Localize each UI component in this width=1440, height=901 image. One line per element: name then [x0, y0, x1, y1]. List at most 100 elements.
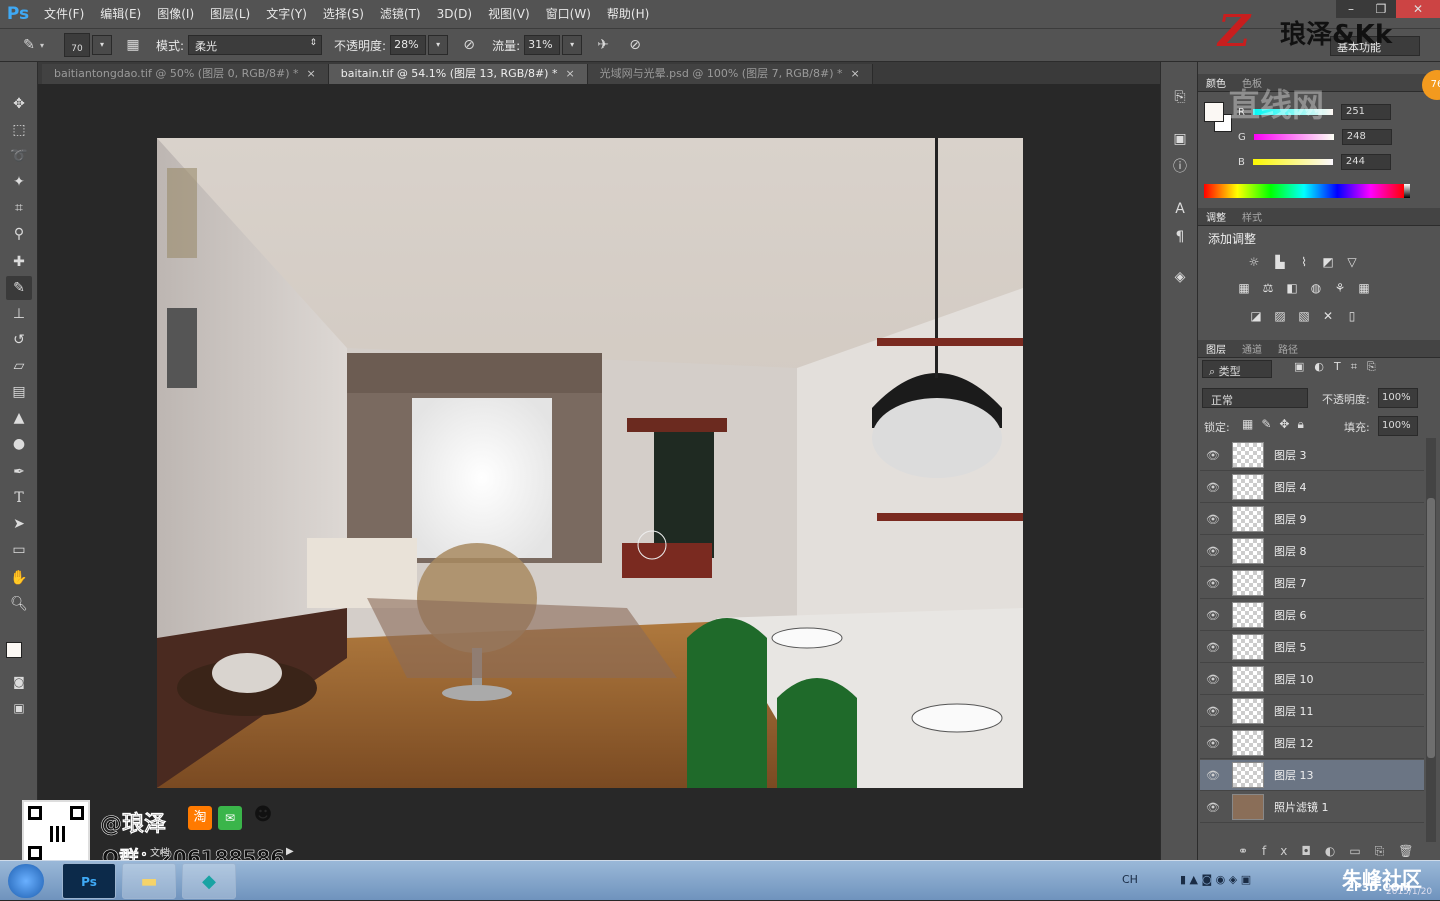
hue-saturation-icon[interactable]: ▦	[1236, 280, 1252, 296]
3d-panel-icon[interactable]: ◈	[1169, 266, 1191, 288]
layer-row[interactable]: 👁︎ 图层 5	[1200, 632, 1424, 663]
layer-row[interactable]: 👁︎ 图层 4	[1200, 472, 1424, 503]
layer-row[interactable]: 👁︎ 图层 13	[1200, 760, 1424, 791]
tab-channels[interactable]: 通道	[1234, 341, 1270, 356]
menu-file[interactable]: 文件(F)	[36, 0, 92, 28]
black-white-icon[interactable]: ◧	[1284, 280, 1300, 296]
layer-row[interactable]: 👁︎ 图层 8	[1200, 536, 1424, 567]
tab-baitain[interactable]: baitain.tif @ 54.1% (图层 13, RGB/8#) * ×	[328, 64, 588, 84]
opacity-input[interactable]: 28%	[390, 35, 427, 55]
menu-edit[interactable]: 编辑(E)	[92, 0, 149, 28]
posterize-icon[interactable]: ▨	[1272, 308, 1288, 324]
blue-slider[interactable]	[1252, 159, 1333, 165]
layer-opacity-input[interactable]: 100%	[1378, 388, 1418, 408]
layer-row[interactable]: 👁︎ 图层 11	[1200, 696, 1424, 727]
tab-close-icon[interactable]: ×	[307, 67, 316, 80]
mode-select[interactable]: 柔光 ⇕	[188, 35, 323, 55]
layer-row[interactable]: 👁︎ 图层 6	[1200, 600, 1424, 631]
brush-size-preview[interactable]: 70	[64, 33, 90, 57]
brush-size-dropdown[interactable]: ▾	[92, 35, 112, 55]
opacity-dropdown[interactable]: ▾	[428, 35, 449, 55]
selective-color-icon[interactable]: ✕	[1320, 308, 1336, 324]
screen-mode-icon[interactable]: ▣	[6, 696, 32, 720]
clone-stamp-tool-icon[interactable]: ⊥	[6, 302, 32, 326]
layer-row[interactable]: 👁︎ 图层 3	[1200, 440, 1424, 471]
marquee-tool-icon[interactable]: ⬚	[6, 118, 32, 142]
pressure-opacity-icon[interactable]: ⊘	[458, 34, 480, 56]
brush-tool-icon[interactable]: ✎	[6, 276, 32, 300]
visibility-eye-icon[interactable]: 👁︎	[1200, 449, 1226, 462]
visibility-eye-icon[interactable]: 👁︎	[1200, 737, 1226, 750]
exposure-icon[interactable]: ◩	[1320, 254, 1336, 270]
layer-row[interactable]: 👁︎ 图层 7	[1200, 568, 1424, 599]
menu-filter[interactable]: 滤镜(T)	[372, 0, 429, 28]
layer-row[interactable]: 👁︎ 图层 12	[1200, 728, 1424, 759]
tab-layers[interactable]: 图层	[1198, 341, 1234, 356]
curves-icon[interactable]: ⌇	[1296, 254, 1312, 270]
tab-adjustments[interactable]: 调整	[1198, 209, 1234, 224]
path-selection-tool-icon[interactable]: ➤	[6, 512, 32, 536]
flow-input[interactable]: 31%	[524, 35, 561, 55]
menu-view[interactable]: 视图(V)	[480, 0, 538, 28]
visibility-eye-icon[interactable]: 👁︎	[1200, 673, 1226, 686]
info-panel-icon[interactable]: ⓘ	[1169, 156, 1191, 178]
taskbar-photoshop[interactable]: Ps	[62, 863, 116, 899]
bw-ramp[interactable]	[1404, 184, 1410, 198]
color-balance-icon[interactable]: ⚖	[1260, 280, 1276, 296]
dodge-tool-icon[interactable]: ●	[6, 432, 32, 456]
chevron-down-icon[interactable]: ▾	[40, 41, 50, 50]
layer-row[interactable]: 👁︎ 照片滤镜 1	[1200, 792, 1424, 823]
blur-tool-icon[interactable]: ▲	[6, 406, 32, 430]
lasso-tool-icon[interactable]: ➰	[6, 144, 32, 168]
invert-icon[interactable]: ◪	[1248, 308, 1264, 324]
foreground-color-swatch[interactable]	[6, 642, 22, 658]
red-value-input[interactable]: 251	[1340, 104, 1391, 120]
document-canvas[interactable]	[157, 138, 1023, 788]
history-panel-icon[interactable]: ⎘	[1169, 86, 1191, 108]
threshold-icon[interactable]: ▧	[1296, 308, 1312, 324]
brightness-icon[interactable]: ☼	[1246, 254, 1262, 270]
color-spectrum-ramp[interactable]	[1204, 184, 1404, 198]
visibility-eye-icon[interactable]: 👁︎	[1200, 513, 1226, 526]
menu-3d[interactable]: 3D(D)	[429, 0, 480, 28]
zoom-tool-icon[interactable]: 🔍︎	[6, 592, 32, 616]
menu-image[interactable]: 图像(I)	[149, 0, 202, 28]
tab-styles[interactable]: 样式	[1234, 209, 1270, 224]
menu-select[interactable]: 选择(S)	[315, 0, 372, 28]
pen-tool-icon[interactable]: ✒	[6, 460, 32, 484]
visibility-eye-icon[interactable]: 👁︎	[1200, 577, 1226, 590]
tab-close-icon[interactable]: ×	[851, 67, 860, 80]
layer-row[interactable]: 👁︎ 图层 9	[1200, 504, 1424, 535]
gradient-tool-icon[interactable]: ▤	[6, 380, 32, 404]
history-brush-tool-icon[interactable]: ↺	[6, 328, 32, 352]
green-slider[interactable]	[1253, 134, 1334, 140]
quick-mask-icon[interactable]: ◙	[6, 670, 32, 694]
visibility-eye-icon[interactable]: 👁︎	[1200, 769, 1226, 782]
gradient-map-icon[interactable]: ▯	[1344, 308, 1360, 324]
eyedropper-tool-icon[interactable]: ⚲	[6, 222, 32, 246]
vibrance-icon[interactable]: ▽	[1344, 254, 1360, 270]
paragraph-panel-icon[interactable]: ¶	[1169, 226, 1191, 248]
brush-tool-preset-icon[interactable]: ✎	[18, 34, 40, 56]
fill-input[interactable]: 100%	[1378, 416, 1418, 436]
green-value-input[interactable]: 248	[1341, 129, 1392, 145]
hand-tool-icon[interactable]: ✋	[6, 566, 32, 590]
rectangle-tool-icon[interactable]: ▭	[6, 538, 32, 562]
healing-brush-tool-icon[interactable]: ✚	[6, 250, 32, 274]
close-button[interactable]: ✕	[1396, 0, 1440, 18]
foreground-color-swatch[interactable]	[1204, 102, 1224, 122]
menu-type[interactable]: 文字(Y)	[258, 0, 315, 28]
brush-panel-icon[interactable]: ▦	[122, 34, 144, 56]
scrollbar-thumb[interactable]	[1427, 498, 1435, 758]
tab-light-halo[interactable]: 光域网与光晕.psd @ 100% (图层 7, RGB/8#) * ×	[587, 64, 873, 84]
crop-tool-icon[interactable]: ⌗	[6, 196, 32, 220]
menu-window[interactable]: 窗口(W)	[538, 0, 599, 28]
taskbar-3dsmax[interactable]: ◆	[182, 863, 236, 899]
channel-mixer-icon[interactable]: ⚘	[1332, 280, 1348, 296]
tab-baitiantongdao[interactable]: baitiantongdao.tif @ 50% (图层 0, RGB/8#) …	[42, 64, 329, 84]
status-arrow-icon[interactable]: ▶	[286, 846, 294, 857]
layer-filter-icons[interactable]: ▣◐T⌗⎘	[1294, 360, 1386, 374]
layer-panel-footer-icons[interactable]: ⚭fx◘◐▭⎘🗑︎	[1238, 844, 1428, 859]
layer-filter-select[interactable]: ⌕ 类型	[1202, 360, 1272, 378]
flow-dropdown[interactable]: ▾	[562, 35, 583, 55]
